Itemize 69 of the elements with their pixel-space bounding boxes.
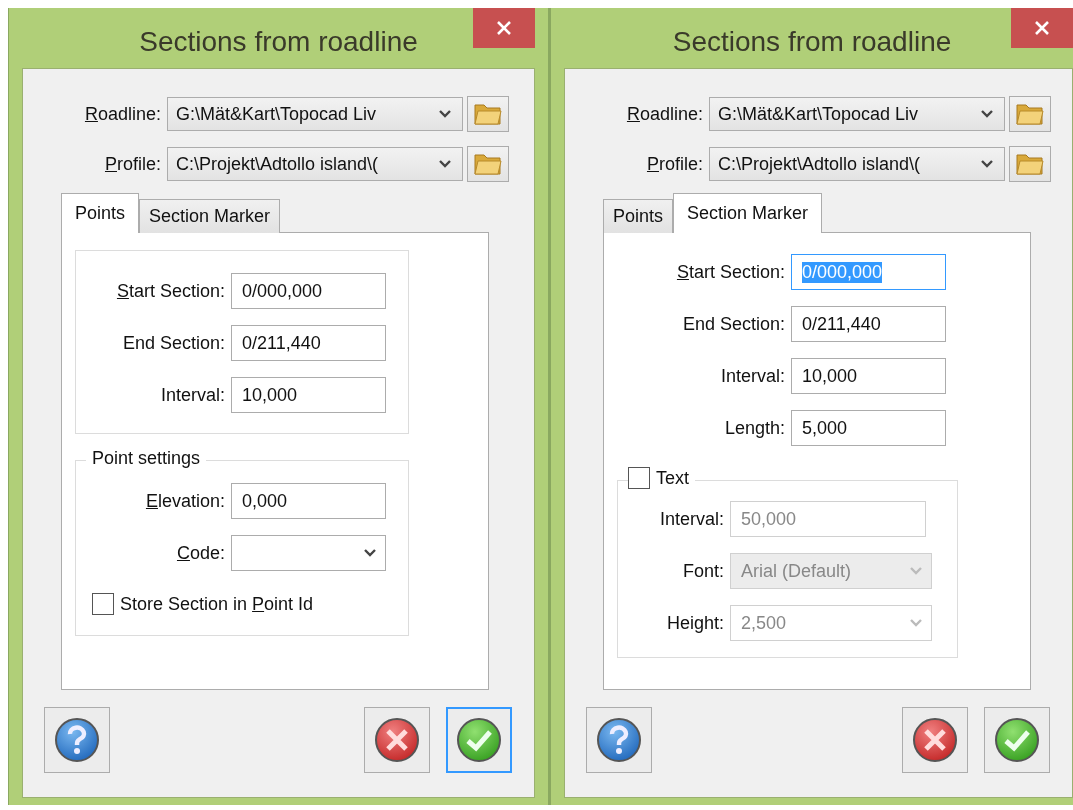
tab[interactable]: Section Marker [673, 193, 823, 233]
folder-icon [473, 151, 503, 177]
text-field[interactable]: 0,000 [231, 483, 386, 519]
checkmark-icon [994, 717, 1040, 763]
tab[interactable]: Section Marker [139, 199, 281, 233]
folder-icon [473, 101, 503, 127]
chevron-down-icon [438, 159, 452, 169]
checkmark-icon [456, 717, 502, 763]
field-label: Start Section: [675, 261, 786, 283]
text-field[interactable]: 10,000 [231, 377, 386, 413]
field-label: Roadline: [625, 103, 704, 125]
tab[interactable]: Points [61, 193, 140, 233]
path-dropdown[interactable]: C:\Projekt\Adtollo island\( [709, 147, 1005, 181]
close-button[interactable] [473, 8, 535, 48]
text-field[interactable]: 0/211,440 [791, 306, 946, 342]
field-label: Interval: [658, 508, 725, 530]
field-label: Font: [681, 560, 725, 582]
cross-icon [912, 717, 958, 763]
chevron-down-icon [980, 159, 994, 169]
path-dropdown[interactable]: G:\Mät&Kart\Topocad Liv [167, 97, 463, 131]
field-label: Roadline: [83, 103, 162, 125]
chevron-down-icon [980, 109, 994, 119]
path-dropdown[interactable]: C:\Projekt\Adtollo island\( [167, 147, 463, 181]
field-label: Elevation: [144, 490, 226, 512]
text-checkbox[interactable]: Text [628, 467, 695, 489]
question-mark-icon [596, 717, 642, 763]
browse-folder-button[interactable] [1009, 146, 1051, 182]
text-field[interactable]: 0/000,000 [231, 273, 386, 309]
text-field[interactable]: 5,000 [791, 410, 946, 446]
field-label: Height: [665, 612, 725, 634]
help-button[interactable] [44, 707, 110, 773]
path-dropdown[interactable]: G:\Mät&Kart\Topocad Liv [709, 97, 1005, 131]
cross-icon [374, 717, 420, 763]
field-label: End Section: [681, 313, 786, 335]
close-icon [496, 20, 512, 36]
browse-folder-button[interactable] [1009, 96, 1051, 132]
browse-folder-button[interactable] [467, 96, 509, 132]
question-mark-icon [54, 717, 100, 763]
field-label: Profile: [645, 153, 704, 175]
ok-button[interactable] [446, 707, 512, 773]
cancel-button[interactable] [364, 707, 430, 773]
folder-icon [1015, 101, 1045, 127]
field-label: End Section: [121, 332, 226, 354]
chevron-down-icon [909, 566, 923, 576]
ok-button[interactable] [984, 707, 1050, 773]
help-button[interactable] [586, 707, 652, 773]
close-button[interactable] [1011, 8, 1073, 48]
checkbox[interactable] [92, 593, 114, 615]
chevron-down-icon [363, 548, 377, 558]
window-title: Sections from roadline [672, 25, 952, 58]
tab[interactable]: Points [603, 199, 674, 233]
field-label: Code: [175, 542, 226, 564]
field-label: Interval: [719, 365, 786, 387]
window-title: Sections from roadline [139, 25, 418, 58]
field-label: Profile: [103, 153, 162, 175]
folder-icon [1015, 151, 1045, 177]
group-title: Point settings [86, 448, 207, 469]
close-icon [1034, 20, 1050, 36]
field-label: Interval: [159, 384, 226, 406]
browse-folder-button[interactable] [467, 146, 509, 182]
checkbox[interactable] [628, 467, 650, 489]
field-label: Length: [723, 417, 786, 439]
field-label: Start Section: [115, 280, 226, 302]
text-field[interactable]: 0/211,440 [231, 325, 386, 361]
chevron-down-icon [909, 618, 923, 628]
store-section-checkbox[interactable]: Store Section in Point Id [76, 593, 408, 615]
text-field[interactable]: 10,000 [791, 358, 946, 394]
chevron-down-icon [438, 109, 452, 119]
cancel-button[interactable] [902, 707, 968, 773]
